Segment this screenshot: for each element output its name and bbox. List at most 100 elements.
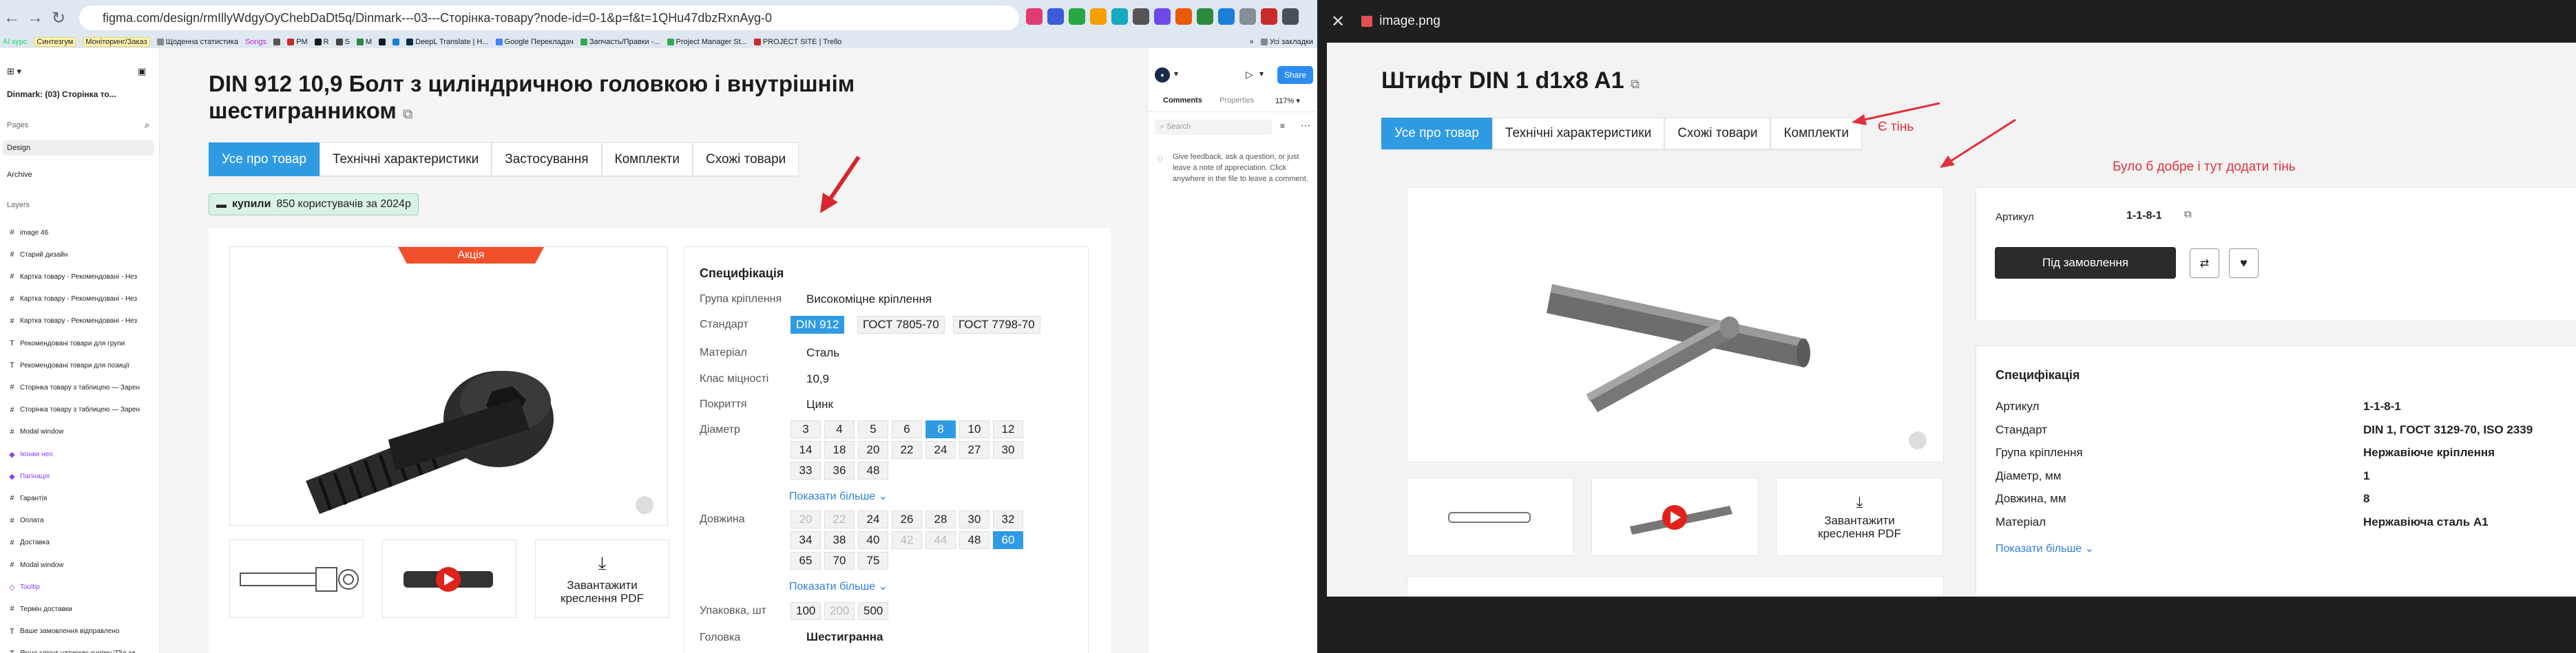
layer-item[interactable]: T Якщо клієнт натискає кнопку "Під за (0, 644, 160, 653)
option-chip[interactable]: ГОСТ 7805-70 (857, 316, 945, 334)
option-chip[interactable]: 20 (858, 441, 888, 459)
tab-kits[interactable]: Комплекти (601, 142, 693, 176)
extension-icon[interactable] (1133, 8, 1149, 25)
layer-item[interactable]: T Ваше замовлення відправлено (0, 622, 160, 641)
option-chip[interactable]: 38 (824, 531, 855, 549)
copy-icon[interactable]: ⧉ (1631, 77, 1640, 91)
zoom-level[interactable]: 117% ▾ (1275, 96, 1300, 105)
bookmarks-more[interactable]: » (1250, 38, 1254, 46)
bookmark[interactable]: PM (287, 38, 308, 46)
option-chip[interactable]: 26 (892, 511, 922, 528)
tab-specs[interactable]: Технічні характеристики (319, 142, 492, 176)
show-more-length[interactable]: Показати більше ⌄ (789, 579, 888, 593)
bookmark[interactable]: AI курс (3, 38, 27, 46)
share-button[interactable]: Share (1277, 66, 1313, 84)
present-icon[interactable]: ▷ (1246, 69, 1253, 81)
show-more-button[interactable]: Показати більше ⌄ (1996, 542, 2094, 555)
extension-icon[interactable] (1090, 8, 1107, 25)
bookmark[interactable]: Синтезгум (34, 37, 76, 47)
thumbnail-drawing[interactable] (1407, 478, 1574, 556)
extension-icon[interactable] (1111, 8, 1128, 25)
option-chip[interactable]: 22 (824, 511, 855, 528)
figma-canvas[interactable]: DIN 912 10,9 Болт з циліндричною головко… (160, 48, 1147, 653)
extension-icon[interactable] (1197, 8, 1213, 25)
tab-properties[interactable]: Properties (1219, 96, 1254, 105)
option-chip[interactable]: 200 (824, 602, 855, 620)
copy-icon[interactable]: ⧉ (2184, 208, 2192, 220)
layer-item[interactable]: # Картка товару - Рекомендовані - Нез (0, 312, 160, 331)
option-chip[interactable]: 48 (858, 462, 888, 480)
layer-item[interactable]: T Рекомендовані товари для групи (0, 334, 160, 353)
copy-icon[interactable]: ⧉ (403, 107, 412, 122)
chevron-down-icon[interactable]: ▾ (1259, 69, 1264, 78)
option-chip[interactable]: ГОСТ 7798-70 (953, 316, 1040, 334)
option-chip[interactable]: 60 (993, 531, 1023, 549)
heart-icon[interactable]: ♥ (2229, 248, 2259, 278)
reload-icon[interactable]: ↻ (47, 8, 70, 28)
layer-item[interactable]: # Старий дизайн (0, 245, 160, 264)
bookmark[interactable]: S (335, 38, 350, 46)
option-chip[interactable]: 20 (790, 511, 821, 528)
address-bar[interactable]: figma.com/design/rmIllyWdgyOyChebDaDt5q/… (79, 6, 1019, 30)
layer-item[interactable]: ◇ Tooltip (0, 577, 160, 597)
option-chip[interactable]: 40 (858, 531, 888, 549)
option-chip[interactable]: 65 (790, 552, 821, 570)
all-bookmarks[interactable]: Усі закладки (1260, 38, 1313, 46)
layer-item[interactable]: # Гарантія (0, 489, 160, 508)
option-chip[interactable]: 75 (858, 552, 888, 570)
bookmark[interactable]: Google Перекладач (495, 38, 574, 46)
tab-kits[interactable]: Комплекти (1770, 118, 1862, 149)
bookmark[interactable]: Моніторинг/Заказ (83, 37, 150, 47)
zoom-icon[interactable] (1909, 431, 1927, 449)
user-avatar[interactable]: ● (1155, 67, 1170, 83)
compare-icon[interactable]: ⇄ (2190, 248, 2219, 278)
chevron-down-icon[interactable]: ▾ (1174, 69, 1178, 78)
layer-item[interactable]: ◆ Пагінація (0, 467, 160, 486)
option-chip[interactable]: 34 (790, 531, 821, 549)
layer-item[interactable]: ◆ Іконки нео (0, 445, 160, 464)
bookmark[interactable]: DeepL Translate | H... (406, 38, 489, 46)
option-chip[interactable]: 3 (790, 420, 821, 438)
option-chip[interactable]: 5 (858, 420, 888, 438)
bookmark[interactable] (273, 39, 281, 45)
extension-icon[interactable] (1282, 8, 1299, 25)
extension-icon[interactable] (1026, 8, 1043, 25)
layer-item[interactable]: # Доставка (0, 533, 160, 553)
layer-item[interactable]: # Сторінка товару з таблицею — Зарен (0, 400, 160, 420)
back-icon[interactable]: ← (0, 8, 23, 28)
extension-icon[interactable] (1154, 8, 1171, 25)
bookmark[interactable]: Щоденна статистика (156, 38, 238, 46)
panel-toggle-icon[interactable]: ▣ (138, 66, 146, 77)
option-chip[interactable]: 24 (858, 511, 888, 528)
option-chip[interactable]: 30 (959, 511, 989, 528)
option-chip[interactable]: 18 (824, 441, 855, 459)
file-name[interactable]: Dinmark: (03) Сторінка то... (7, 89, 116, 99)
option-chip[interactable]: 4 (824, 420, 855, 438)
more-options-icon[interactable]: ⋯ (1301, 120, 1310, 131)
zoom-icon[interactable] (636, 496, 653, 514)
bookmark[interactable] (379, 39, 386, 45)
option-chip[interactable]: 32 (993, 511, 1023, 528)
option-chip[interactable]: 500 (858, 602, 889, 620)
extension-icon[interactable] (1218, 8, 1235, 25)
option-chip[interactable]: 6 (892, 420, 922, 438)
option-chip[interactable]: 33 (790, 462, 821, 480)
option-chip[interactable]: 30 (993, 441, 1023, 459)
tab-specs[interactable]: Технічні характеристики (1491, 118, 1665, 149)
layer-item[interactable]: T Рекомендовані товари для позиції (0, 356, 160, 375)
filter-icon[interactable]: ≡ (1280, 121, 1285, 131)
option-chip[interactable]: 100 (790, 602, 821, 620)
order-button[interactable]: Під замовлення (1995, 247, 2176, 279)
forward-icon[interactable]: → (23, 8, 47, 28)
tab-similar[interactable]: Схожі товари (693, 142, 799, 176)
option-chip[interactable]: 44 (925, 531, 956, 549)
bookmark[interactable]: Запчасть/Правки -... (580, 38, 660, 46)
option-chip[interactable]: 42 (892, 531, 922, 549)
tab-all-about[interactable]: Усе про товар (209, 142, 320, 176)
thumbnail-video[interactable] (1591, 478, 1759, 556)
option-chip[interactable]: 27 (959, 441, 989, 459)
thumbnail-drawing[interactable] (229, 539, 364, 618)
extension-icon[interactable] (1047, 8, 1064, 25)
option-chip[interactable]: 12 (993, 420, 1023, 438)
close-icon[interactable]: ✕ (1331, 12, 1345, 32)
